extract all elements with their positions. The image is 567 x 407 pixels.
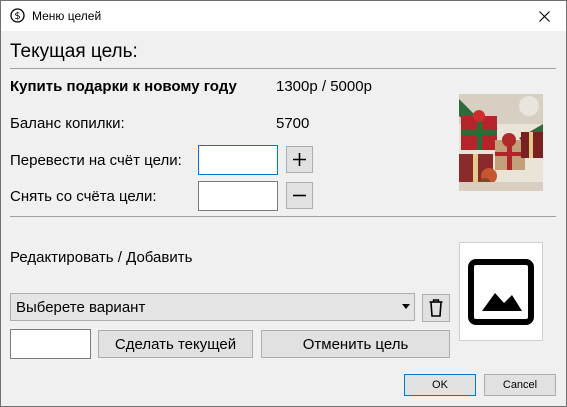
goals-window: $ Меню целей Текущая цель: Купить подарк… xyxy=(0,0,567,407)
ok-button[interactable]: OK xyxy=(404,374,476,396)
transfer-label: Перевести на счёт цели: xyxy=(10,152,182,169)
cancel-goal-button[interactable]: Отменить цель xyxy=(261,330,450,358)
divider xyxy=(10,216,556,217)
trash-icon xyxy=(429,299,443,317)
goal-progress: 1300р / 5000р xyxy=(276,78,372,95)
current-goal-heading: Текущая цель: xyxy=(10,41,138,62)
image-placeholder[interactable] xyxy=(459,242,543,341)
transfer-plus-button[interactable] xyxy=(286,146,313,173)
goal-name-input[interactable] xyxy=(10,329,91,359)
divider xyxy=(10,68,556,69)
delete-goal-button[interactable] xyxy=(422,294,450,322)
svg-text:$: $ xyxy=(14,11,20,22)
close-icon xyxy=(538,10,550,22)
withdraw-amount-input[interactable] xyxy=(198,181,278,211)
balance-value: 5700 xyxy=(276,115,310,132)
close-button[interactable] xyxy=(522,1,566,31)
transfer-amount-input[interactable] xyxy=(198,145,278,175)
goal-image xyxy=(459,94,543,191)
goal-select[interactable]: Выберете вариант xyxy=(10,293,415,321)
goal-select-value: Выберете вариант xyxy=(16,299,146,316)
title-bar: $ Меню целей xyxy=(1,1,566,31)
withdraw-label: Снять со счёта цели: xyxy=(10,188,157,205)
make-current-button[interactable]: Сделать текущей xyxy=(98,330,253,358)
withdraw-minus-button[interactable] xyxy=(286,182,313,209)
balance-label: Баланс копилки: xyxy=(10,115,125,132)
goal-name: Купить подарки к новому году xyxy=(10,78,237,95)
plus-icon xyxy=(293,153,306,166)
window-title: Меню целей xyxy=(32,9,102,23)
cancel-button[interactable]: Cancel xyxy=(484,374,556,396)
image-icon xyxy=(468,258,534,325)
minus-icon xyxy=(293,194,306,197)
edit-heading: Редактировать / Добавить xyxy=(10,249,193,266)
chevron-down-icon xyxy=(402,304,410,309)
dollar-coin-icon: $ xyxy=(10,8,25,23)
gifts-photo xyxy=(459,94,543,191)
